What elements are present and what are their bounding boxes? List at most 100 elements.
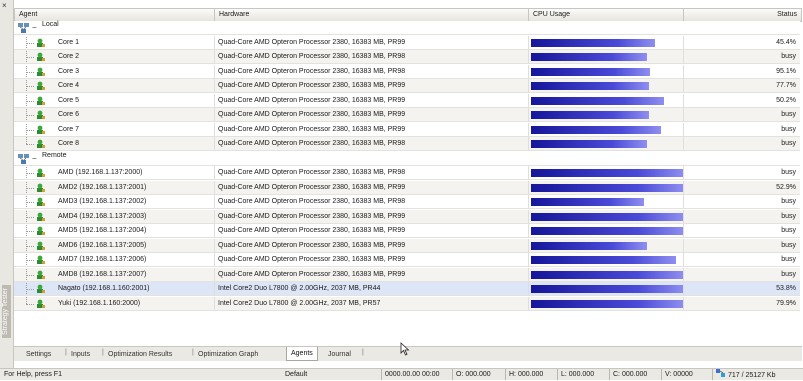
status-cell: busy — [683, 50, 800, 63]
cpu-usage-bar — [531, 82, 649, 90]
tree-guide-branch — [26, 289, 34, 290]
tree-guide-branch — [26, 86, 34, 87]
tab-agents[interactable]: Agents — [286, 347, 318, 361]
tab-optimization-results[interactable]: Optimization Results — [108, 349, 172, 360]
cpu-usage-bar — [531, 299, 684, 308]
collapse-toggle-icon[interactable]: − — [32, 154, 37, 163]
agent-row[interactable]: Core 7 Quad-Core AMD Opteron Processor 23… — [14, 122, 800, 137]
status-cell: 52.9% — [683, 180, 800, 194]
hardware-cell: Quad-Core AMD Opteron Processor 2380, 16… — [214, 166, 528, 179]
agent-row[interactable]: AMD4 (192.168.1.137:2003) Quad-Core AMD O… — [14, 209, 800, 224]
group-label: Remote — [42, 151, 67, 159]
agent-row[interactable]: Yuki (192.168.1.160:2000) Intel Core2 Duo… — [14, 296, 800, 311]
status-cell: busy — [683, 137, 800, 150]
cpu-usage-cell — [528, 122, 684, 136]
agent-row[interactable]: Core 1 Quad-Core AMD Opteron Processor 23… — [14, 35, 800, 50]
hardware-cell: Quad-Core AMD Opteron Processor 2380, 16… — [214, 64, 528, 78]
cpu-usage-bar — [531, 198, 644, 206]
agent-icon — [36, 139, 46, 149]
agent-icon — [36, 52, 46, 62]
agent-name: Core 2 — [58, 53, 80, 60]
tab-settings[interactable]: Settings — [26, 349, 51, 360]
agent-cell: AMD7 (192.168.1.137:2006) — [14, 253, 214, 266]
agent-cell: AMD8 (192.168.1.137:2007) — [14, 267, 214, 281]
tree-guide-branch — [26, 144, 34, 145]
tree-guide-branch — [26, 71, 34, 73]
tab-journal[interactable]: Journal — [328, 349, 351, 360]
tab-separator: | — [65, 349, 67, 356]
panel-vertical-title: Strategy Tester — [2, 285, 11, 338]
status-cell: busy — [683, 108, 800, 121]
agent-name: Core 5 — [58, 96, 80, 104]
cpu-usage-cell — [528, 166, 684, 179]
agent-row[interactable]: Core 6 Quad-Core AMD Opteron Processor 23… — [14, 108, 800, 122]
agent-name: Core 7 — [58, 125, 80, 133]
agent-row[interactable]: AMD5 (192.168.1.137:2004) Quad-Core AMD O… — [14, 224, 800, 238]
agent-row[interactable]: AMD (192.168.1.137:2000) Quad-Core AMD Op… — [14, 166, 800, 180]
agent-cell: AMD (192.168.1.137:2000) — [14, 166, 214, 179]
agent-name: AMD2 (192.168.1.137:2001) — [58, 183, 147, 191]
cpu-usage-bar — [531, 67, 650, 76]
cpu-usage-cell — [528, 35, 684, 49]
agent-cell: Core 5 — [14, 93, 214, 107]
status-cell: 77.7% — [683, 79, 800, 92]
agent-name: AMD8 (192.168.1.137:2007) — [58, 270, 147, 278]
status-cell: 95.1% — [683, 64, 800, 78]
hardware-cell: Quad-Core AMD Opteron Processor 2380, 16… — [214, 108, 528, 121]
hardware-cell: Quad-Core AMD Opteron Processor 2380, 16… — [214, 35, 528, 49]
agent-name: Core 3 — [58, 67, 80, 75]
agent-row[interactable]: Core 4 Quad-Core AMD Opteron Processor 23… — [14, 79, 800, 93]
agent-icon — [36, 183, 46, 193]
tab-optimization-graph[interactable]: Optimization Graph — [198, 349, 258, 360]
cpu-usage-cell — [528, 137, 684, 150]
agent-row[interactable]: AMD6 (192.168.1.137:2005) Quad-Core AMD O… — [14, 238, 800, 253]
tree-group-local[interactable]: − Local — [14, 21, 800, 35]
agent-name: Core 6 — [58, 111, 80, 118]
agent-row[interactable]: AMD3 (192.168.1.137:2002) Quad-Core AMD O… — [14, 195, 800, 209]
tree-guide-branch — [26, 57, 34, 58]
cpu-usage-bar — [531, 285, 684, 293]
agent-row[interactable]: AMD7 (192.168.1.137:2006) Quad-Core AMD O… — [14, 253, 800, 267]
hardware-cell: Quad-Core AMD Opteron Processor 2380, 16… — [214, 195, 528, 208]
agent-row[interactable]: Core 2 Quad-Core AMD Opteron Processor 23… — [14, 50, 800, 64]
agent-row[interactable]: Nagato (192.168.1.160:2001) Intel Core2 D… — [14, 282, 800, 296]
column-header-agent[interactable]: Agent — [15, 9, 215, 21]
status-profile: Default — [285, 371, 308, 378]
tree-group-remote[interactable]: − Remote — [14, 151, 800, 166]
tree-guide-branch — [26, 231, 34, 232]
agent-row[interactable]: AMD8 (192.168.1.137:2007) Quad-Core AMD O… — [14, 267, 800, 282]
cpu-usage-cell — [528, 224, 684, 237]
hardware-cell: Quad-Core AMD Opteron Processor 2380, 16… — [214, 137, 528, 150]
agent-row[interactable]: Core 8 Quad-Core AMD Opteron Processor 23… — [14, 137, 800, 151]
agent-icon — [36, 110, 46, 120]
agent-name: Core 1 — [58, 38, 80, 46]
agent-icon — [36, 255, 46, 265]
agent-icon — [36, 226, 46, 236]
cpu-usage-bar — [531, 183, 684, 192]
agent-cell: Core 4 — [14, 79, 214, 92]
agents-grid: Agent Hardware CPU Usage Status − Local Co… — [14, 8, 802, 346]
hardware-cell: Quad-Core AMD Opteron Processor 2380, 16… — [214, 122, 528, 136]
agent-cell: AMD2 (192.168.1.137:2001) — [14, 180, 214, 194]
cpu-usage-bar — [531, 111, 649, 119]
column-header-cpu-usage[interactable]: CPU Usage — [529, 9, 684, 21]
column-header-hardware[interactable]: Hardware — [215, 9, 529, 21]
close-icon[interactable]: × — [2, 2, 7, 10]
tree-guide-branch — [26, 115, 34, 116]
agent-name: AMD4 (192.168.1.137:2003) — [58, 212, 147, 220]
agent-row[interactable]: Core 3 Quad-Core AMD Opteron Processor 23… — [14, 64, 800, 79]
agent-cell: Nagato (192.168.1.160:2001) — [14, 282, 214, 295]
agent-row[interactable]: AMD2 (192.168.1.137:2001) Quad-Core AMD O… — [14, 180, 800, 195]
column-header-status[interactable]: Status — [684, 9, 801, 21]
tab-inputs[interactable]: Inputs — [71, 349, 90, 360]
agent-icon — [36, 38, 46, 48]
cpu-usage-bar — [531, 212, 684, 221]
status-cell: busy — [683, 122, 800, 136]
agent-row[interactable]: Core 5 Quad-Core AMD Opteron Processor 23… — [14, 93, 800, 108]
hardware-cell: Quad-Core AMD Opteron Processor 2380, 16… — [214, 253, 528, 266]
status-help-text: For Help, press F1 — [4, 371, 62, 378]
collapse-toggle-icon[interactable]: − — [32, 23, 37, 32]
tab-separator: | — [362, 349, 364, 356]
cpu-usage-cell — [528, 209, 684, 223]
tree-guide-branch — [26, 173, 34, 174]
